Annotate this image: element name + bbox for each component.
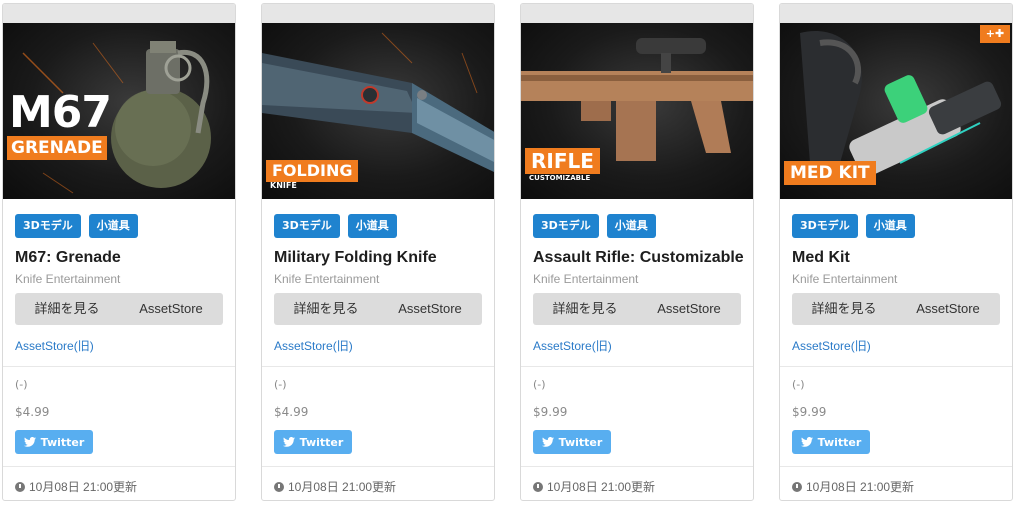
image-label-main: MED KIT xyxy=(784,161,876,185)
rating: (-) xyxy=(15,378,28,391)
assetstore-button[interactable]: AssetStore xyxy=(378,293,482,325)
twitter-bird-icon xyxy=(282,437,295,447)
asset-card-grenade: M67 GRENADE 3Dモデル 小道具 M67: Grenade Knife… xyxy=(2,3,236,501)
image-label-main: M67 xyxy=(9,87,112,138)
tag-props[interactable]: 小道具 xyxy=(347,214,397,238)
twitter-label: Twitter xyxy=(817,435,862,449)
assetstore-button[interactable]: AssetStore xyxy=(896,293,1000,325)
price: $4.99 xyxy=(15,405,50,419)
twitter-bird-icon xyxy=(800,437,813,447)
updated-text: 10月08日 21:00更新 xyxy=(288,480,397,494)
twitter-share-button[interactable]: Twitter xyxy=(533,430,611,454)
asset-title[interactable]: Assault Rifle: Customizable xyxy=(533,249,745,267)
product-image[interactable]: RIFLE CUSTOMIZABLE xyxy=(521,23,753,199)
asset-title[interactable]: Med Kit xyxy=(792,249,1004,267)
rating: (-) xyxy=(792,378,805,391)
publisher-name: Knife Entertainment xyxy=(15,272,121,286)
divider xyxy=(780,366,1012,367)
product-image[interactable]: FOLDING KNIFE xyxy=(262,23,494,199)
assetstore-old-link[interactable]: AssetStore(旧) xyxy=(274,337,353,354)
card-top-bar xyxy=(521,4,753,23)
clock-icon xyxy=(533,481,543,492)
updated-timestamp: 10月08日 21:00更新 xyxy=(533,478,655,495)
price: $9.99 xyxy=(533,405,568,419)
asset-card-medkit: MED KIT +✚ 3Dモデル 小道具 Med Kit Knife Enter… xyxy=(779,3,1013,501)
rating: (-) xyxy=(533,378,546,391)
assetstore-old-link[interactable]: AssetStore(旧) xyxy=(792,337,871,354)
tag-3d-model[interactable]: 3Dモデル xyxy=(533,214,599,238)
image-label-main: FOLDING xyxy=(266,160,359,182)
asset-title[interactable]: Military Folding Knife xyxy=(274,249,486,267)
assetstore-button[interactable]: AssetStore xyxy=(637,293,741,325)
image-label-sub: CUSTOMIZABLE xyxy=(529,174,591,182)
twitter-label: Twitter xyxy=(40,435,85,449)
tag-list: 3Dモデル 小道具 xyxy=(792,214,915,238)
publisher-name: Knife Entertainment xyxy=(533,272,639,286)
updated-timestamp: 10月08日 21:00更新 xyxy=(792,478,914,495)
updated-text: 10月08日 21:00更新 xyxy=(806,480,915,494)
price: $4.99 xyxy=(274,405,309,419)
asset-title[interactable]: M67: Grenade xyxy=(15,249,227,267)
publisher-name: Knife Entertainment xyxy=(792,272,898,286)
card-top-bar xyxy=(780,4,1012,23)
divider xyxy=(262,466,494,467)
details-button[interactable]: 詳細を見る xyxy=(792,293,896,325)
clock-icon xyxy=(15,481,25,492)
card-top-bar xyxy=(262,4,494,23)
action-button-group: 詳細を見る AssetStore xyxy=(792,293,1000,325)
twitter-label: Twitter xyxy=(558,435,603,449)
image-label-sub: GRENADE xyxy=(7,136,107,160)
divider xyxy=(3,366,235,367)
tag-list: 3Dモデル 小道具 xyxy=(533,214,656,238)
publisher-name: Knife Entertainment xyxy=(274,272,380,286)
assetstore-button[interactable]: AssetStore xyxy=(119,293,223,325)
product-image[interactable]: MED KIT +✚ xyxy=(780,23,1012,199)
divider xyxy=(521,366,753,367)
product-image[interactable]: M67 GRENADE xyxy=(3,23,235,199)
card-top-bar xyxy=(3,4,235,23)
clock-icon xyxy=(274,481,284,492)
assetstore-old-link[interactable]: AssetStore(旧) xyxy=(533,337,612,354)
action-button-group: 詳細を見る AssetStore xyxy=(533,293,741,325)
asset-card-rifle: RIFLE CUSTOMIZABLE 3Dモデル 小道具 Assault Rif… xyxy=(520,3,754,501)
details-button[interactable]: 詳細を見る xyxy=(15,293,119,325)
updated-timestamp: 10月08日 21:00更新 xyxy=(15,478,137,495)
action-button-group: 詳細を見る AssetStore xyxy=(15,293,223,325)
twitter-share-button[interactable]: Twitter xyxy=(792,430,870,454)
divider xyxy=(521,466,753,467)
twitter-share-button[interactable]: Twitter xyxy=(274,430,352,454)
clock-icon xyxy=(792,481,802,492)
tag-props[interactable]: 小道具 xyxy=(865,214,915,238)
tag-props[interactable]: 小道具 xyxy=(606,214,656,238)
twitter-label: Twitter xyxy=(299,435,344,449)
divider xyxy=(780,466,1012,467)
price: $9.99 xyxy=(792,405,827,419)
divider xyxy=(3,466,235,467)
divider xyxy=(262,366,494,367)
tag-3d-model[interactable]: 3Dモデル xyxy=(274,214,340,238)
plus-badge-icon: +✚ xyxy=(980,25,1010,43)
twitter-bird-icon xyxy=(23,437,36,447)
details-button[interactable]: 詳細を見る xyxy=(533,293,637,325)
details-button[interactable]: 詳細を見る xyxy=(274,293,378,325)
tag-props[interactable]: 小道具 xyxy=(88,214,138,238)
updated-timestamp: 10月08日 21:00更新 xyxy=(274,478,396,495)
tag-3d-model[interactable]: 3Dモデル xyxy=(15,214,81,238)
tag-list: 3Dモデル 小道具 xyxy=(15,214,138,238)
updated-text: 10月08日 21:00更新 xyxy=(547,480,656,494)
tag-3d-model[interactable]: 3Dモデル xyxy=(792,214,858,238)
assetstore-old-link[interactable]: AssetStore(旧) xyxy=(15,337,94,354)
action-button-group: 詳細を見る AssetStore xyxy=(274,293,482,325)
asset-card-knife: FOLDING KNIFE 3Dモデル 小道具 Military Folding… xyxy=(261,3,495,501)
tag-list: 3Dモデル 小道具 xyxy=(274,214,397,238)
twitter-bird-icon xyxy=(541,437,554,447)
image-label-main: RIFLE xyxy=(525,148,600,174)
twitter-share-button[interactable]: Twitter xyxy=(15,430,93,454)
updated-text: 10月08日 21:00更新 xyxy=(29,480,138,494)
rating: (-) xyxy=(274,378,287,391)
image-label-sub: KNIFE xyxy=(270,181,297,190)
